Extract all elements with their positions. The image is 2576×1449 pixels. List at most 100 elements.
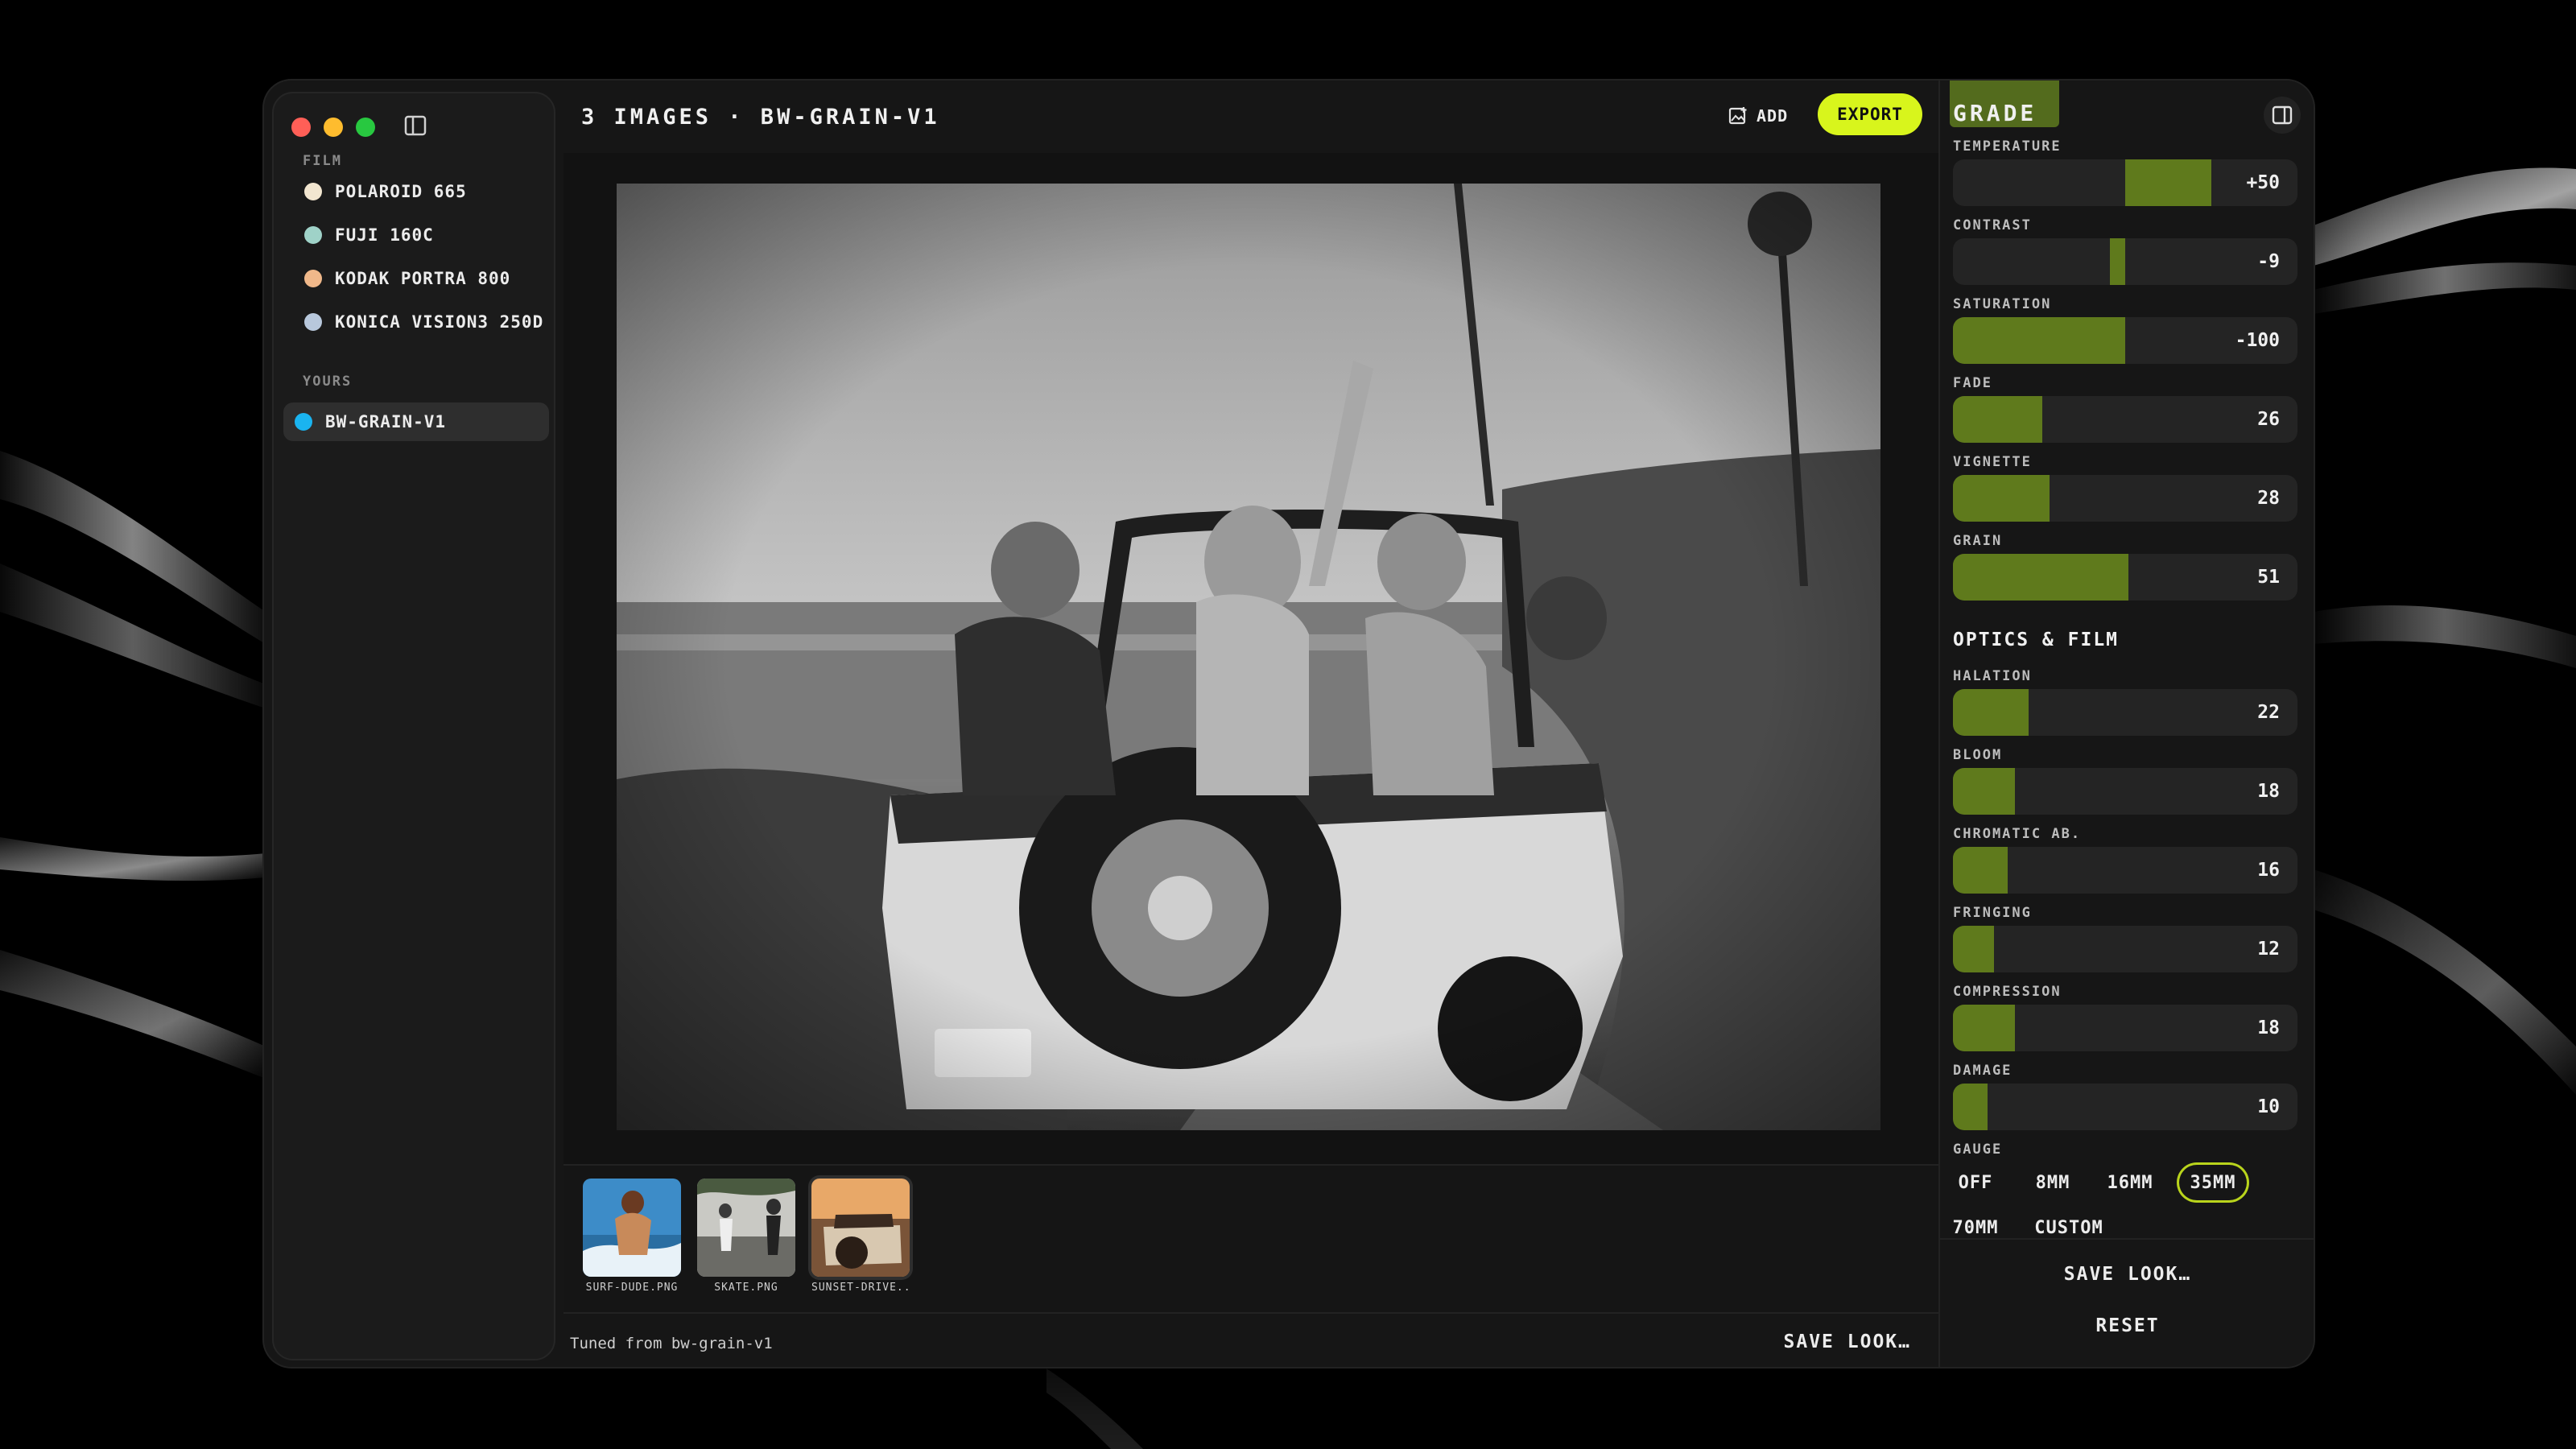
- chromatic-ab-label: CHROMATIC AB.: [1953, 826, 2082, 842]
- film-item-bw-grain-v1[interactable]: BW-GRAIN-V1: [283, 402, 549, 441]
- halation-slider[interactable]: 22: [1953, 689, 2297, 736]
- halation-value: 22: [2257, 702, 2280, 723]
- preview-image[interactable]: [617, 184, 1880, 1130]
- chromatic-ab-value: 16: [2257, 860, 2280, 881]
- gauge-option-custom[interactable]: CUSTOM: [2022, 1208, 2116, 1248]
- slider-fill: [1953, 689, 2029, 736]
- zoom-window-button[interactable]: [356, 118, 375, 137]
- gauge-option-off[interactable]: OFF: [1950, 1162, 2001, 1203]
- fade-label: FADE: [1953, 375, 1992, 391]
- film-item-konica-vision3-250d[interactable]: KONICA VISION3 250D: [293, 303, 554, 341]
- panel-save-look-button[interactable]: SAVE LOOK…: [1940, 1264, 2314, 1285]
- contrast-value: -9: [2257, 251, 2280, 272]
- damage-slider[interactable]: 10: [1953, 1084, 2297, 1130]
- minimize-window-button[interactable]: [324, 118, 343, 137]
- slider-fill: [1953, 1005, 2016, 1051]
- fade-value: 26: [2257, 409, 2280, 430]
- compression-value: 18: [2257, 1018, 2280, 1038]
- sidebar-toggle-icon[interactable]: [404, 114, 427, 137]
- bloom-slider[interactable]: 18: [1953, 768, 2297, 815]
- gauge-option-35mm[interactable]: 35MM: [2177, 1162, 2249, 1203]
- bloom-value: 18: [2257, 781, 2280, 802]
- status-bar: Tuned from bw-grain-v1 SAVE LOOK…: [564, 1312, 1938, 1367]
- slider-fill: [1953, 926, 1995, 972]
- contrast-slider[interactable]: -9: [1953, 238, 2297, 285]
- temperature-label: TEMPERATURE: [1953, 138, 2062, 155]
- fringing-value: 12: [2257, 939, 2280, 960]
- app-window: FILM POLAROID 665 FUJI 160C KODAK PORTRA…: [264, 80, 2314, 1367]
- film-swatch: [304, 226, 322, 244]
- halation-label: HALATION: [1953, 668, 2032, 684]
- grain-value: 51: [2257, 567, 2280, 588]
- saturation-slider[interactable]: -100: [1953, 317, 2297, 364]
- film-swatch: [304, 313, 322, 331]
- thumbnail-caption: SKATE.PNG: [714, 1282, 778, 1294]
- gauge-label: GAUGE: [1953, 1141, 2003, 1158]
- slider-fill: [1953, 396, 2043, 443]
- sidebar: FILM POLAROID 665 FUJI 160C KODAK PORTRA…: [272, 92, 555, 1360]
- slider-fill: [1953, 475, 2050, 522]
- export-button[interactable]: EXPORT: [1818, 93, 1922, 135]
- fringing-slider[interactable]: 12: [1953, 926, 2297, 972]
- film-item-fuji-160c[interactable]: FUJI 160C: [293, 216, 554, 254]
- fade-slider[interactable]: 26: [1953, 396, 2297, 443]
- slider-fill: [1953, 1084, 1988, 1130]
- compression-slider[interactable]: 18: [1953, 1005, 2297, 1051]
- close-window-button[interactable]: [291, 118, 311, 137]
- slider-fill: [1953, 554, 2129, 601]
- thumbnail-surf-dude[interactable]: SURF-DUDE.PNG: [583, 1179, 681, 1298]
- film-item-label: BW-GRAIN-V1: [325, 412, 447, 431]
- chromatic-ab-slider[interactable]: 16: [1953, 847, 2297, 894]
- saturation-value: -100: [2235, 330, 2280, 351]
- film-item-label: KODAK PORTRA 800: [335, 269, 511, 288]
- gauge-option-16mm[interactable]: 16MM: [2095, 1162, 2165, 1203]
- film-item-label: POLAROID 665: [335, 182, 467, 201]
- film-item-label: FUJI 160C: [335, 225, 434, 245]
- add-image-icon: [1728, 107, 1747, 125]
- fringing-label: FRINGING: [1953, 905, 2032, 921]
- gauge-option-70mm[interactable]: 70MM: [1950, 1208, 2001, 1248]
- save-look-button[interactable]: SAVE LOOK…: [1784, 1331, 1911, 1352]
- thumbnail-caption: SUNSET-DRIVE...: [811, 1282, 910, 1294]
- thumbnail-skate[interactable]: SKATE.PNG: [697, 1179, 795, 1298]
- window-controls: [291, 118, 375, 137]
- temperature-value: +50: [2246, 172, 2280, 193]
- panel-divider: [1940, 1238, 2314, 1240]
- contrast-label: CONTRAST: [1953, 217, 2032, 233]
- grade-panel: GRADE TEMPERATURE +50 CONTRAST -9 SATURA…: [1938, 80, 2314, 1367]
- add-button[interactable]: ADD: [1728, 101, 1788, 130]
- thumbnail-image: [697, 1179, 795, 1277]
- film-item-kodak-portra-800[interactable]: KODAK PORTRA 800: [293, 259, 554, 298]
- film-item-label: KONICA VISION3 250D: [335, 312, 544, 332]
- slider-fill: [1953, 847, 2008, 894]
- page-title: 3 IMAGES · BW-GRAIN-V1: [581, 105, 940, 130]
- reset-button[interactable]: RESET: [1940, 1315, 2314, 1336]
- vignette-slider[interactable]: 28: [1953, 475, 2297, 522]
- temperature-slider[interactable]: +50: [1953, 159, 2297, 206]
- panel-toggle-button[interactable]: [2264, 97, 2301, 134]
- optics-section-title: OPTICS & FILM: [1953, 630, 2120, 650]
- film-swatch: [304, 183, 322, 200]
- thumbnail-image: [583, 1179, 681, 1277]
- add-button-label: ADD: [1757, 106, 1789, 126]
- yours-section-label: YOURS: [303, 374, 353, 390]
- bloom-label: BLOOM: [1953, 747, 2003, 763]
- damage-label: DAMAGE: [1953, 1063, 2013, 1079]
- thumbnail-caption: SURF-DUDE.PNG: [585, 1282, 679, 1294]
- film-section-label: FILM: [303, 153, 342, 169]
- gauge-option-8mm[interactable]: 8MM: [2022, 1162, 2083, 1203]
- slider-fill: [2109, 238, 2125, 285]
- vignette-label: VIGNETTE: [1953, 454, 2032, 470]
- film-swatch: [304, 270, 322, 287]
- thumbnail-sunset-drive[interactable]: SUNSET-DRIVE...: [811, 1179, 910, 1298]
- slider-fill: [1953, 317, 2125, 364]
- slider-fill: [2125, 159, 2211, 206]
- grade-title: GRADE: [1953, 100, 2037, 126]
- compression-label: COMPRESSION: [1953, 984, 2062, 1000]
- damage-value: 10: [2257, 1096, 2280, 1117]
- saturation-label: SATURATION: [1953, 296, 2052, 312]
- vignette-value: 28: [2257, 488, 2280, 509]
- film-item-polaroid-665[interactable]: POLAROID 665: [293, 172, 554, 211]
- slider-fill: [1953, 768, 2016, 815]
- grain-slider[interactable]: 51: [1953, 554, 2297, 601]
